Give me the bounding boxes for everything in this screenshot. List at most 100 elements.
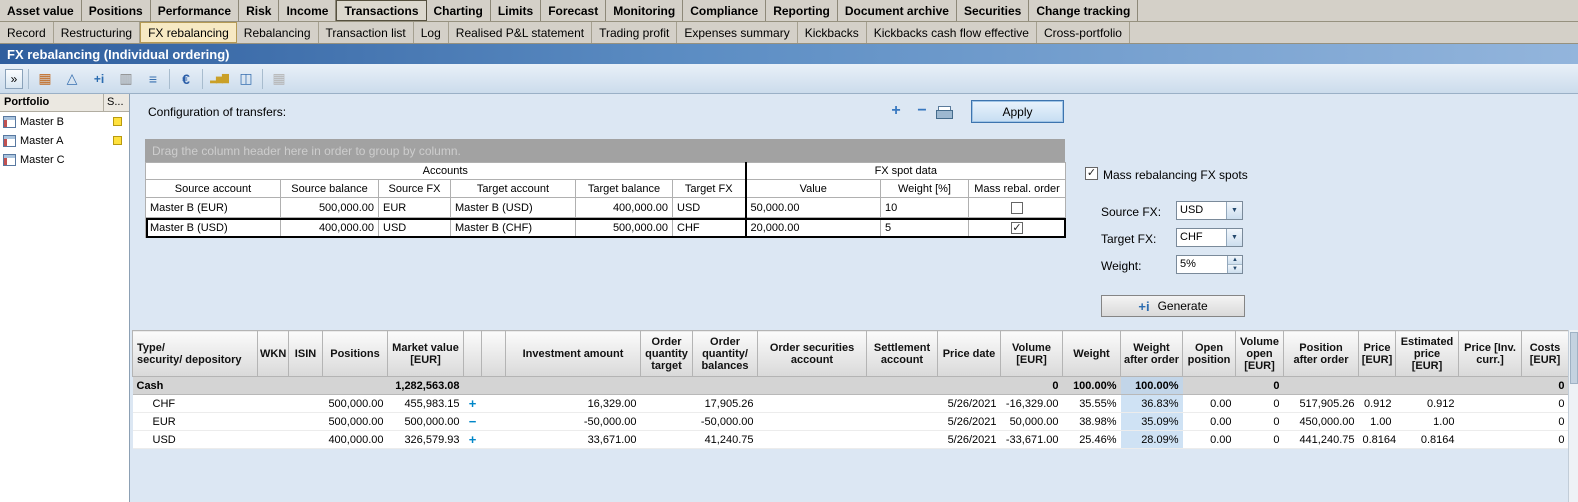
col-source-fx[interactable]: Source FX — [379, 180, 451, 198]
col-value[interactable]: Value — [746, 180, 881, 198]
col-target-balance[interactable]: Target balance — [576, 180, 673, 198]
portfolio-item-master-b[interactable]: Master B — [0, 112, 129, 131]
mass-rebal-order-checkbox[interactable] — [1011, 202, 1023, 214]
tab-compliance[interactable]: Compliance — [683, 0, 766, 21]
tab-income[interactable]: Income — [279, 0, 336, 21]
euro-currency-icon[interactable]: € — [175, 68, 197, 90]
subtab-expenses-summary[interactable]: Expenses summary — [677, 22, 797, 43]
weight-spinner[interactable]: 5% ▲ ▼ — [1176, 255, 1243, 274]
subtab-kickbacks[interactable]: Kickbacks — [798, 22, 867, 43]
subtab-realised-pl-statement[interactable]: Realised P&L statement — [449, 22, 592, 43]
col-target-fx[interactable]: Target FX — [673, 180, 746, 198]
col-investment-amount[interactable]: Investment amount — [506, 331, 641, 377]
subtab-restructuring[interactable]: Restructuring — [54, 22, 140, 43]
chevron-down-icon[interactable]: ▼ — [1226, 202, 1242, 219]
col-estimated-price[interactable]: Estimated price [EUR] — [1396, 331, 1459, 377]
subtab-cross-portfolio[interactable]: Cross-portfolio — [1037, 22, 1130, 43]
bar-chart-icon[interactable]: ▂▅▇ — [208, 68, 230, 90]
cell-estimated-price — [1396, 377, 1459, 395]
positions-row-cash[interactable]: Cash 1,282,563.08 0 100.00% 100.00% 0 — [133, 377, 1569, 395]
portfolio-grid-icon[interactable]: ▦ — [34, 68, 56, 90]
col-weight-after-order[interactable]: Weight after order — [1121, 331, 1183, 377]
add-order-icon[interactable]: +i — [88, 68, 110, 90]
remove-transfer-button[interactable]: − — [912, 102, 932, 120]
col-target-account[interactable]: Target account — [451, 180, 576, 198]
col-source-balance[interactable]: Source balance — [281, 180, 379, 198]
scrollbar-thumb[interactable] — [1570, 332, 1578, 384]
tab-reporting[interactable]: Reporting — [766, 0, 838, 21]
col-position-after-order[interactable]: Position after order — [1284, 331, 1359, 377]
tab-change-tracking[interactable]: Change tracking — [1029, 0, 1138, 21]
portfolio-item-master-a[interactable]: Master A — [0, 131, 129, 150]
subtab-fx-rebalancing[interactable]: FX rebalancing — [140, 22, 237, 43]
mass-rebal-order-checkbox[interactable]: ✓ — [1011, 222, 1023, 234]
col-price-inv-curr[interactable]: Price [Inv. curr.] — [1459, 331, 1522, 377]
positions-row-usd[interactable]: USD 400,000.00 326,579.93 + 33,671.00 41… — [133, 431, 1569, 449]
col-volume-open[interactable]: Volume open [EUR] — [1236, 331, 1284, 377]
tab-risk[interactable]: Risk — [239, 0, 279, 21]
spin-up-icon[interactable]: ▲ — [1228, 256, 1242, 265]
cell-blank — [482, 431, 506, 449]
subtab-log[interactable]: Log — [414, 22, 449, 43]
col-market-value[interactable]: Market value [EUR] — [388, 331, 464, 377]
add-transfer-button[interactable]: + — [886, 102, 906, 120]
mass-rebalancing-checkbox[interactable]: ✓ — [1085, 167, 1098, 180]
subtab-kickbacks-cash-flow-effective[interactable]: Kickbacks cash flow effective — [867, 22, 1037, 43]
col-costs[interactable]: Costs [EUR] — [1522, 331, 1569, 377]
tab-positions[interactable]: Positions — [82, 0, 151, 21]
generate-button[interactable]: +i Generate — [1101, 295, 1245, 317]
spin-down-icon[interactable]: ▼ — [1228, 265, 1242, 273]
col-positions[interactable]: Positions — [323, 331, 388, 377]
col-wkn[interactable]: WKN — [258, 331, 289, 377]
tab-transactions[interactable]: Transactions — [336, 0, 426, 21]
tab-securities[interactable]: Securities — [957, 0, 1029, 21]
tab-forecast[interactable]: Forecast — [541, 0, 606, 21]
col-type-security-depository[interactable]: Type/ security/ depository — [133, 331, 258, 377]
subtab-rebalancing[interactable]: Rebalancing — [237, 22, 319, 43]
col-price[interactable]: Price [EUR] — [1359, 331, 1396, 377]
col-order-quantity-balances[interactable]: Order quantity/ balances — [693, 331, 758, 377]
chevron-down-icon[interactable]: ▼ — [1226, 229, 1242, 246]
vertical-scrollbar[interactable] — [1568, 330, 1578, 502]
subtab-record[interactable]: Record — [0, 22, 54, 43]
col-settlement-account[interactable]: Settlement account — [867, 331, 938, 377]
col-source-account[interactable]: Source account — [146, 180, 281, 198]
col-weight[interactable]: Weight — [1063, 331, 1121, 377]
delta-positions-icon[interactable]: △ — [61, 68, 83, 90]
col-weight-pct[interactable]: Weight [%] — [881, 180, 969, 198]
cell-weight-pct: 5 — [881, 218, 969, 238]
col-order-securities-account[interactable]: Order securities account — [758, 331, 867, 377]
cell-costs: 0 — [1522, 413, 1569, 431]
col-volume[interactable]: Volume [EUR] — [1001, 331, 1063, 377]
status-column-header[interactable]: S... — [104, 94, 129, 111]
collapse-panel-button[interactable]: » — [5, 69, 23, 89]
portfolio-item-master-c[interactable]: Master C — [0, 150, 129, 169]
col-price-date[interactable]: Price date — [938, 331, 1001, 377]
target-fx-select[interactable]: CHF ▼ — [1176, 228, 1243, 247]
positions-row-chf[interactable]: CHF 500,000.00 455,983.15 + 16,329.00 17… — [133, 395, 1569, 413]
col-mass-rebal-order[interactable]: Mass rebal. order — [969, 180, 1066, 198]
tab-document-archive[interactable]: Document archive — [838, 0, 957, 21]
portfolio-column-header[interactable]: Portfolio — [0, 94, 104, 111]
col-isin[interactable]: ISIN — [289, 331, 323, 377]
subtab-trading-profit[interactable]: Trading profit — [592, 22, 677, 43]
cell-investment-amount: 16,329.00 — [506, 395, 641, 413]
subtab-transaction-list[interactable]: Transaction list — [319, 22, 414, 43]
col-order-quantity-target[interactable]: Order quantity target — [641, 331, 693, 377]
positions-row-eur[interactable]: EUR 500,000.00 500,000.00 − -50,000.00 -… — [133, 413, 1569, 431]
tab-charting[interactable]: Charting — [427, 0, 491, 21]
print-button[interactable] — [936, 106, 952, 119]
group-by-drop-zone[interactable]: Drag the column header here in order to … — [145, 139, 1065, 162]
chart-search-icon[interactable]: ◫ — [235, 68, 257, 90]
source-fx-select[interactable]: USD ▼ — [1176, 201, 1243, 220]
tab-limits[interactable]: Limits — [491, 0, 541, 21]
transfer-row[interactable]: Master B (EUR) 500,000.00 EUR Master B (… — [146, 198, 1066, 218]
filter-sliders-icon[interactable]: ≡ — [142, 68, 164, 90]
apply-button[interactable]: Apply — [971, 100, 1064, 123]
tab-performance[interactable]: Performance — [151, 0, 239, 21]
cell-type: USD — [133, 431, 258, 449]
transfer-row[interactable]: Master B (USD) 400,000.00 USD Master B (… — [146, 218, 1066, 238]
tab-monitoring[interactable]: Monitoring — [606, 0, 683, 21]
col-open-position[interactable]: Open position — [1183, 331, 1236, 377]
tab-asset-value[interactable]: Asset value — [0, 0, 82, 21]
